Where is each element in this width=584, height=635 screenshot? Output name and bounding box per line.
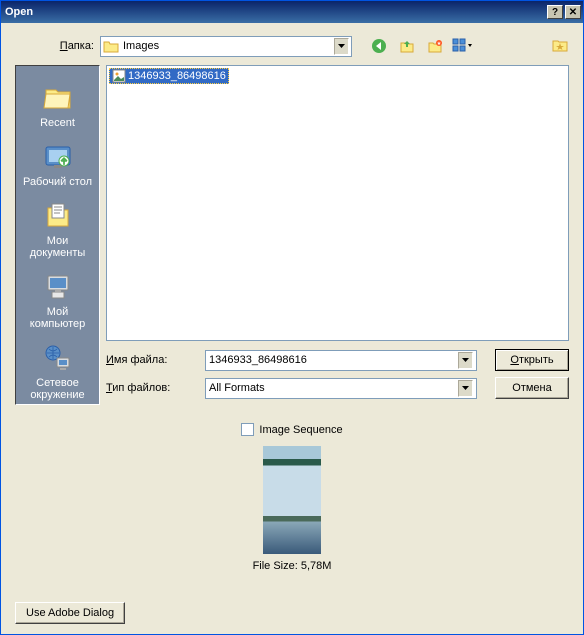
new-folder-icon[interactable]: ★: [424, 35, 446, 57]
help-button[interactable]: ?: [547, 5, 563, 19]
recent-icon: [42, 82, 74, 114]
up-folder-icon[interactable]: [396, 35, 418, 57]
folder-label: Папка:: [15, 40, 100, 52]
controls: Имя файла: 1346933_86498616 Открыть Тип …: [106, 349, 569, 405]
sidebar-label: Сетевое окружение: [30, 377, 84, 401]
sidebar-label: Рабочий стол: [23, 176, 92, 188]
open-dialog: Open ? ✕ Папка: Images: [0, 0, 584, 635]
close-button[interactable]: ✕: [565, 5, 581, 19]
filetype-row: Тип файлов: All Formats Отмена: [106, 377, 569, 399]
filetype-select[interactable]: All Formats: [205, 378, 477, 399]
file-list[interactable]: 1346933_86498616: [106, 65, 569, 341]
dropdown-icon[interactable]: [458, 380, 473, 397]
filetype-value: All Formats: [209, 382, 265, 394]
sidebar-item-desktop[interactable]: Рабочий стол: [16, 135, 99, 194]
places-sidebar: Recent Рабочий стол Мои документы: [15, 65, 100, 405]
view-menu-icon[interactable]: [452, 35, 474, 57]
footer: Use Adobe Dialog: [15, 602, 125, 624]
filename-value: 1346933_86498616: [209, 354, 307, 366]
dialog-body: Папка: Images ★: [1, 23, 583, 634]
network-icon: [42, 342, 74, 374]
sidebar-label: Recent: [40, 117, 75, 129]
sidebar-label: Мои документы: [30, 235, 86, 259]
sidebar-item-documents[interactable]: Мои документы: [16, 194, 99, 265]
svg-text:★: ★: [437, 41, 442, 47]
sidebar-label: Мой компьютер: [30, 306, 85, 330]
folder-name: Images: [123, 40, 334, 52]
back-icon[interactable]: [368, 35, 390, 57]
image-sequence-checkbox[interactable]: [241, 423, 254, 436]
sidebar-item-recent[interactable]: Recent: [16, 76, 99, 135]
preview-section: Image Sequence File Size: 5,78M: [15, 423, 569, 572]
sidebar-item-network[interactable]: Сетевое окружение: [16, 336, 99, 407]
image-file-icon: [112, 69, 126, 83]
folder-dropdown-icon[interactable]: [334, 38, 349, 55]
folder-row: Папка: Images ★: [15, 35, 569, 57]
adobe-dialog-button[interactable]: Use Adobe Dialog: [15, 602, 125, 624]
favorites-folder-icon[interactable]: [551, 37, 569, 56]
sidebar-item-computer[interactable]: Мой компьютер: [16, 265, 99, 336]
computer-icon: [42, 271, 74, 303]
window-title: Open: [5, 6, 545, 18]
image-sequence-row: Image Sequence: [241, 423, 342, 436]
titlebar: Open ? ✕: [1, 1, 583, 23]
file-item[interactable]: 1346933_86498616: [109, 68, 229, 84]
cancel-button[interactable]: Отмена: [495, 377, 569, 399]
filetype-label: Тип файлов:: [106, 382, 205, 394]
preview-thumbnail: [263, 446, 321, 554]
image-sequence-label: Image Sequence: [259, 424, 342, 436]
toolbar: ★: [368, 35, 474, 57]
folder-select[interactable]: Images: [100, 36, 352, 57]
folder-icon: [103, 39, 119, 53]
main-row: Recent Рабочий стол Мои документы: [15, 65, 569, 405]
filename-row: Имя файла: 1346933_86498616 Открыть: [106, 349, 569, 371]
file-name: 1346933_86498616: [128, 70, 226, 82]
filename-input[interactable]: 1346933_86498616: [205, 350, 477, 371]
open-button[interactable]: Открыть: [495, 349, 569, 371]
dropdown-icon[interactable]: [458, 352, 473, 369]
filename-label: Имя файла:: [106, 354, 205, 366]
documents-icon: [42, 200, 74, 232]
desktop-icon: [42, 141, 74, 173]
filesize-label: File Size: 5,78M: [253, 560, 332, 572]
